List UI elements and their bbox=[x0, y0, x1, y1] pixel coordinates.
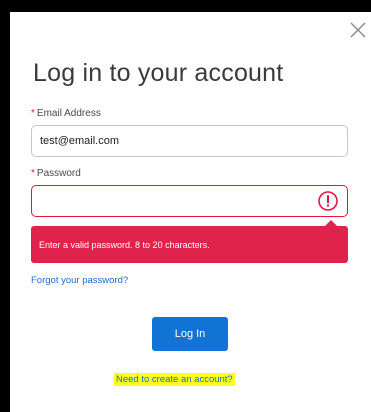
email-label-text: Email Address bbox=[36, 108, 101, 119]
password-label: * Password bbox=[31, 168, 81, 179]
login-button[interactable]: Log In bbox=[152, 317, 228, 351]
close-icon[interactable] bbox=[348, 20, 368, 40]
required-marker: * bbox=[31, 108, 35, 119]
exclamation-circle-icon bbox=[317, 190, 339, 212]
email-label: * Email Address bbox=[31, 108, 101, 119]
login-dialog: Log in to your account *Email Address *P… bbox=[10, 12, 371, 412]
forgot-password-link[interactable]: Forgot your password? bbox=[31, 275, 128, 286]
email-field[interactable] bbox=[31, 125, 348, 157]
password-error-message: Enter a valid password. 8 to 20 characte… bbox=[31, 220, 348, 263]
page-title: Log in to your account bbox=[33, 59, 284, 87]
create-account-link[interactable]: Need to create an account? bbox=[114, 373, 235, 386]
password-label-text: Password bbox=[36, 168, 81, 179]
password-field[interactable] bbox=[31, 185, 348, 217]
required-marker: * bbox=[31, 168, 35, 179]
